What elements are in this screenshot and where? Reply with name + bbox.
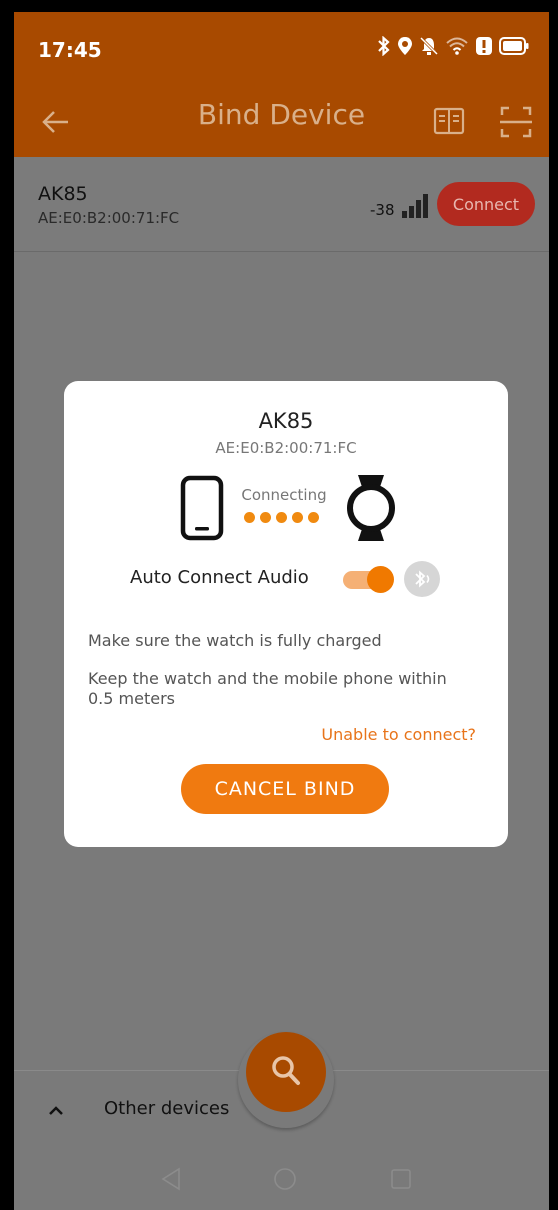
bind-dialog: AK85 AE:E0:B2:00:71:FC Connecting Auto C…	[64, 381, 508, 847]
device-name: AK85	[38, 183, 88, 205]
alert-icon	[475, 36, 493, 56]
mute-icon	[419, 36, 439, 56]
battery-icon	[499, 37, 529, 55]
progress-dot	[244, 512, 255, 523]
nav-back-icon[interactable]	[160, 1166, 182, 1196]
status-bar: 17:45	[14, 12, 549, 84]
scan-icon[interactable]	[498, 104, 534, 140]
phone-screen: 17:45 Bind Device AK85 AE:E0:B2:00:71:FC…	[14, 12, 549, 1210]
search-button[interactable]	[246, 1032, 326, 1112]
bluetooth-icon	[377, 36, 391, 56]
location-icon	[397, 36, 413, 56]
progress-dot	[260, 512, 271, 523]
progress-dot	[276, 512, 287, 523]
status-time: 17:45	[38, 38, 102, 62]
other-devices-label: Other devices	[104, 1098, 230, 1119]
toggle-knob	[367, 566, 394, 593]
auto-connect-toggle[interactable]	[343, 566, 394, 593]
system-nav-bar	[14, 1150, 549, 1210]
bluetooth-audio-icon[interactable]	[404, 561, 440, 597]
device-mac: AE:E0:B2:00:71:FC	[38, 209, 180, 227]
nav-home-icon[interactable]	[272, 1166, 298, 1196]
device-rssi: -38	[370, 201, 395, 219]
connecting-status: Connecting	[241, 486, 327, 504]
dialog-device-name: AK85	[258, 409, 314, 433]
wifi-icon	[445, 36, 469, 56]
toolbar: Bind Device	[14, 84, 549, 157]
page-title: Bind Device	[197, 98, 366, 131]
cancel-bind-button[interactable]: CANCEL BIND	[181, 764, 389, 814]
tip-distance: Keep the watch and the mobile phone with…	[88, 669, 447, 708]
connect-button[interactable]: Connect	[437, 182, 535, 226]
app-bar: 17:45 Bind Device	[14, 12, 549, 157]
book-icon[interactable]	[432, 104, 466, 138]
progress-dot	[292, 512, 303, 523]
auto-connect-audio-label: Auto Connect Audio	[130, 567, 309, 588]
progress-dot	[308, 512, 319, 523]
chevron-up-icon[interactable]	[46, 1101, 66, 1125]
signal-strength-icon	[401, 193, 431, 223]
phone-icon	[180, 475, 224, 545]
tip-charged: Make sure the watch is fully charged	[88, 631, 382, 650]
watch-icon	[344, 471, 398, 549]
status-icons	[377, 36, 529, 56]
progress-dots	[244, 512, 319, 523]
nav-recents-icon[interactable]	[390, 1168, 412, 1194]
dialog-device-mac: AE:E0:B2:00:71:FC	[215, 439, 357, 457]
unable-to-connect-link[interactable]: Unable to connect?	[321, 725, 476, 744]
search-icon	[272, 1056, 300, 1085]
